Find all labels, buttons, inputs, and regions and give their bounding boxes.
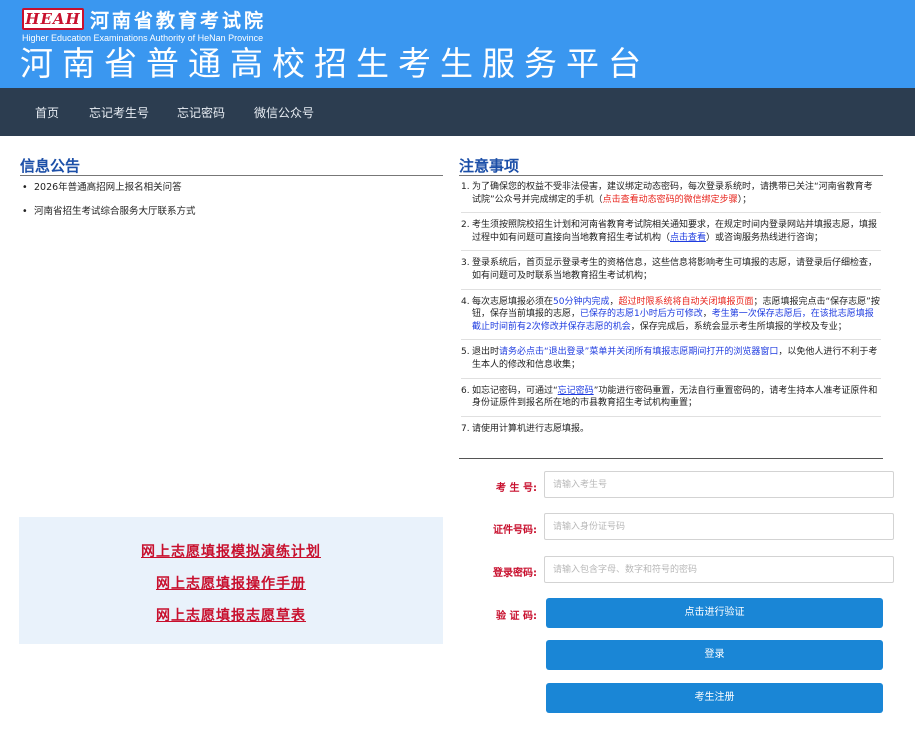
notice-list: 2026年普通高招网上报名相关问答 河南省招生考试综合服务大厅联系方式 <box>22 181 432 229</box>
note-highlight-red[interactable]: 超过时限系统将自动关闭填报页面 <box>618 297 753 307</box>
note-text: ，保存完成后，系统会显示考生所填报的学校及专业； <box>630 321 847 332</box>
id-number-input[interactable] <box>544 513 894 540</box>
note-number: 2. <box>461 220 470 231</box>
nav-home[interactable]: 首页 <box>35 104 59 121</box>
notice-item[interactable]: 河南省招生考试综合服务大厅联系方式 <box>22 205 432 218</box>
draft-form-link[interactable]: 网上志愿填报志愿草表 <box>19 605 443 625</box>
note-number: 4. <box>461 296 470 307</box>
verify-button[interactable]: 点击进行验证 <box>546 598 883 628</box>
org-name-en: Higher Education Examinations Authority … <box>22 33 264 43</box>
note-number: 7. <box>461 423 470 434</box>
notes-bottom-divider <box>459 458 883 459</box>
captcha-label: 验 证 码: <box>496 611 537 622</box>
note-highlight-blue: 50分钟内完成 <box>553 296 610 307</box>
note-item: 1. 为了确保您的权益不受非法侵害，建议绑定动态密码，每次登录系统时，请携带已关注… <box>461 181 881 214</box>
note-number: 6. <box>461 385 470 396</box>
platform-title: 河南省普通高校招生考生服务平台 <box>20 44 650 83</box>
note-item: 7. 请使用计算机进行志愿填报。 <box>461 423 881 436</box>
login-button[interactable]: 登录 <box>546 640 883 670</box>
note-text: ）； <box>737 194 752 205</box>
org-name: 河南省教育考试院 <box>90 10 267 32</box>
note-item: 6. 如忘记密码，可通过“忘记密码”功能进行密码重置，无法自行重置密码的，请考生持… <box>461 385 881 417</box>
note-highlight-blue: 请务必点击“退出登录”菜单并关闭所有填报志愿期间打开的浏览器窗口 <box>499 347 779 358</box>
note-highlight-red[interactable]: 点击查看动态密码的微信绑定步骤 <box>603 195 738 205</box>
note-text: 登录系统后，首页显示登录考生的资格信息，这些信息将影响考生可填报的志愿，请登录后… <box>472 258 878 281</box>
note-link[interactable]: 忘记密码 <box>558 386 594 396</box>
quick-links-panel: 网上志愿填报模拟演练计划 网上志愿填报操作手册 网上志愿填报志愿草表 <box>19 517 443 644</box>
notices-title: 信息公告 <box>20 157 81 175</box>
nav-wechat[interactable]: 微信公众号 <box>254 104 314 121</box>
note-link[interactable]: 点击查看 <box>670 233 706 243</box>
note-highlight-blue: 已保存的志愿1小时后方可修改 <box>580 309 703 320</box>
nav-forgot-password[interactable]: 忘记密码 <box>177 104 225 121</box>
note-text: ， <box>702 309 712 320</box>
notes-divider <box>459 175 883 176</box>
main-nav: 首页 忘记考生号 忘记密码 微信公众号 <box>0 88 915 136</box>
note-number: 1. <box>461 182 470 192</box>
nav-forgot-exam-no[interactable]: 忘记考生号 <box>89 104 149 121</box>
notes-list: 1. 为了确保您的权益不受非法侵害，建议绑定动态密码，每次登录系统时，请携带已关注… <box>461 181 881 441</box>
mock-drill-plan-link[interactable]: 网上志愿填报模拟演练计划 <box>19 541 443 561</box>
note-item: 4. 每次志愿填报必须在50分钟内完成，超过时限系统将自动关闭填报页面；志愿填报完… <box>461 296 881 341</box>
note-text: ）或咨询服务热线进行咨询； <box>706 232 824 243</box>
note-text: 每次志愿填报必须在 <box>472 296 554 307</box>
note-number: 3. <box>461 258 470 269</box>
note-text: 退出时 <box>472 347 500 358</box>
notices-divider <box>20 175 443 176</box>
site-header: HEAH 河南省教育考试院 Higher Education Examinati… <box>0 0 915 88</box>
id-number-label: 证件号码: <box>493 525 537 536</box>
notice-item[interactable]: 2026年普通高招网上报名相关问答 <box>22 181 432 194</box>
note-item: 3. 登录系统后，首页显示登录考生的资格信息，这些信息将影响考生可填报的志愿，请登… <box>461 257 881 290</box>
operation-manual-link[interactable]: 网上志愿填报操作手册 <box>19 573 443 593</box>
note-text: 请使用计算机进行志愿填报。 <box>472 423 590 434</box>
exam-no-label: 考 生 号: <box>496 483 537 494</box>
note-number: 5. <box>461 347 470 358</box>
password-input[interactable] <box>544 556 894 583</box>
register-button[interactable]: 考生注册 <box>546 683 883 713</box>
note-item: 5. 退出时请务必点击“退出登录”菜单并关闭所有填报志愿期间打开的浏览器窗口，以免… <box>461 346 881 379</box>
notes-title: 注意事项 <box>459 157 520 175</box>
exam-no-input[interactable] <box>544 471 894 498</box>
note-item: 2. 考生须按照院校招生计划和河南省教育考试院相关通知要求，在规定时间内登录网站并… <box>461 219 881 252</box>
note-text: 如忘记密码，可通过“ <box>472 385 558 396</box>
password-label: 登录密码: <box>493 568 537 579</box>
heah-logo[interactable]: HEAH <box>22 8 84 30</box>
